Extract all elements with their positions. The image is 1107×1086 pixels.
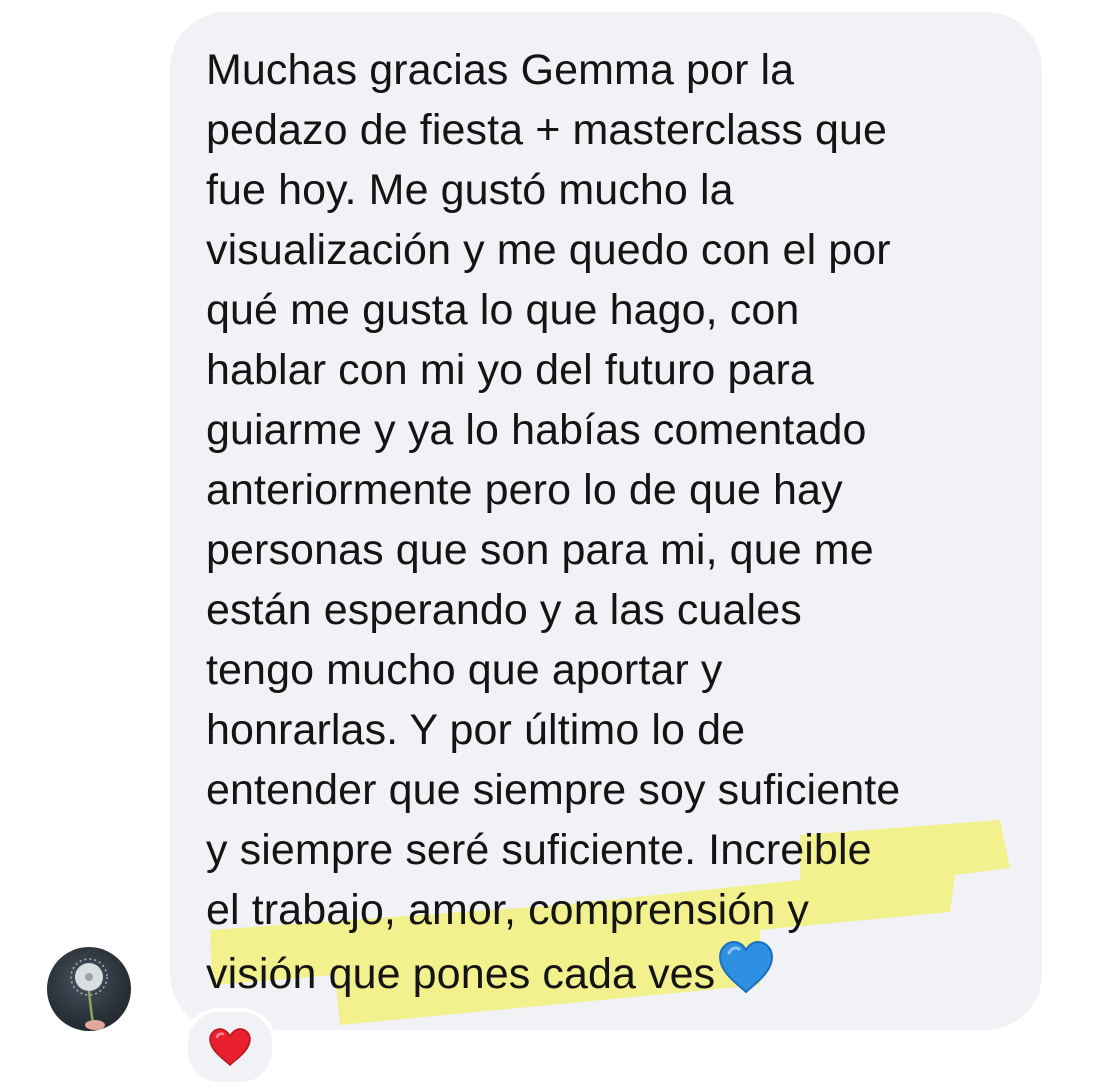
dandelion-avatar	[70, 958, 108, 1030]
message-line: hablar con mi yo del futuro para	[206, 346, 814, 394]
message-line: guiarme y ya lo habías comentado	[206, 406, 867, 454]
message-line: honrarlas. Y por último lo de	[206, 706, 746, 754]
message-line: están esperando y a las cuales	[206, 586, 802, 634]
message-line-text: visión que pones cada ves	[206, 950, 716, 998]
message-line: qué me gusta lo que hago, con	[206, 286, 800, 334]
reaction-badge[interactable]	[184, 1008, 276, 1086]
blue-heart-icon	[719, 940, 774, 994]
message-line: tengo mucho que aportar y	[206, 646, 723, 694]
red-heart-icon	[209, 1028, 251, 1067]
message-line: personas que son para mi, que me	[206, 526, 874, 574]
message-line: anteriormente pero lo de que hay	[206, 466, 843, 514]
message-line: el trabajo, amor, comprensión y	[206, 886, 810, 934]
message-line: entender que siempre soy suficiente	[206, 766, 901, 814]
message-line: pedazo de fiesta + masterclass que	[206, 106, 888, 154]
message-line: visualización y me quedo con el por	[206, 226, 891, 274]
sender-avatar[interactable]	[47, 947, 131, 1031]
message-line: fue hoy. Me gustó mucho la	[206, 166, 734, 214]
message-line-last: visión que pones cada ves	[206, 940, 1026, 1004]
message-line: Muchas gracias Gemma por la	[206, 46, 795, 94]
message-line: y siempre seré suficiente. Increible	[206, 826, 872, 874]
message-text: Muchas gracias Gemma por la pedazo de fi…	[206, 40, 1026, 1004]
